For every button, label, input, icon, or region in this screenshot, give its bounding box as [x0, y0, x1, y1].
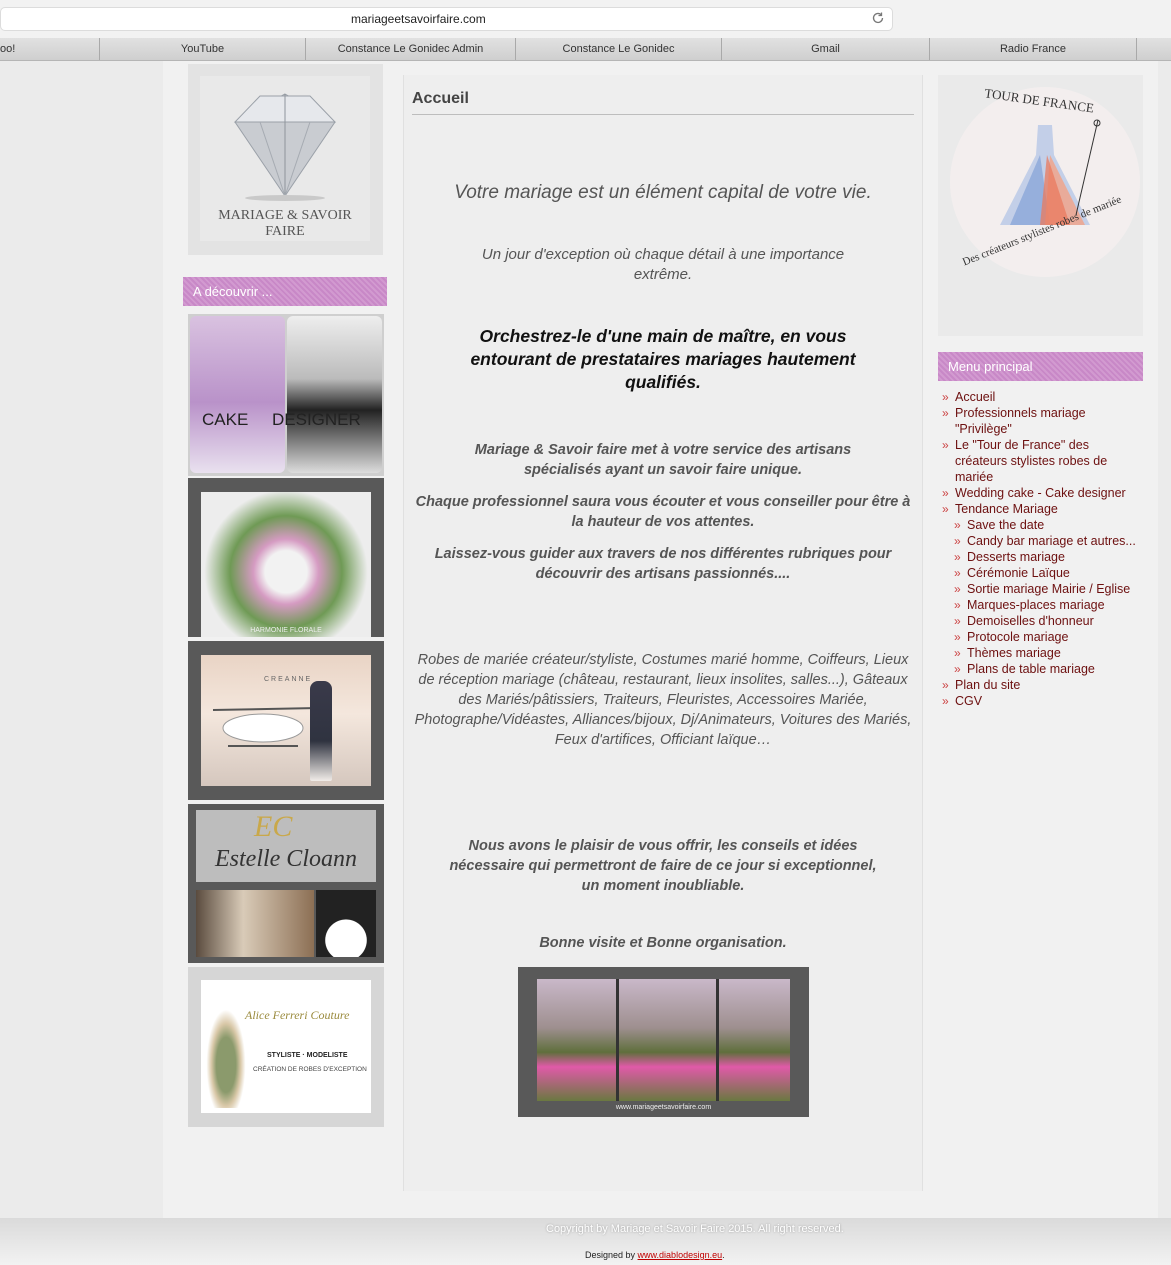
estelle-monogram: EC — [254, 810, 293, 843]
bookmark-constance[interactable]: Constance Le Gonidec — [516, 38, 722, 60]
menu-item[interactable]: Marques-places mariage — [942, 597, 1142, 613]
couple-figure — [310, 681, 332, 781]
footer-credit: Designed by www.diablodesign.eu. — [585, 1250, 725, 1260]
cake-image-black — [287, 316, 382, 473]
estelle-name: Estelle Cloann — [215, 846, 357, 872]
page-title: Accueil — [412, 90, 914, 115]
closing-text: Bonne visite et Bonne organisation. — [539, 935, 787, 951]
garden-frame-right — [716, 979, 719, 1101]
intro-line-6: Laissez-vous guider aux travers de nos d… — [434, 546, 892, 582]
harmonie-florale-link[interactable]: HARMONIE FLORALE — [188, 478, 384, 637]
address-url: mariageetsavoirfaire.com — [351, 12, 486, 26]
floral-image — [201, 492, 371, 637]
boutique-image — [196, 890, 314, 957]
bride-image — [316, 890, 376, 957]
menu-item[interactable]: Tendance Mariage — [942, 501, 1142, 517]
bookmark-youtube[interactable]: YouTube — [100, 38, 306, 60]
cake-image-purple — [190, 316, 285, 473]
bookmark-gmail[interactable]: Gmail — [722, 38, 930, 60]
bookmark-radio-france[interactable]: Radio France — [930, 38, 1137, 60]
menu-item[interactable]: Sortie mariage Mairie / Eglise — [942, 581, 1142, 597]
model-figure — [203, 1000, 249, 1108]
alice-sub2: CRÉATION DE ROBES D'EXCEPTION — [253, 1066, 367, 1073]
menu-item[interactable]: Plans de table mariage — [942, 661, 1142, 677]
menu-item[interactable]: Le "Tour de France" des créateurs stylis… — [942, 437, 1142, 485]
menu-item[interactable]: CGV — [942, 693, 1142, 709]
menu-item[interactable]: Desserts mariage — [942, 549, 1142, 565]
bookmark-admin[interactable]: Constance Le Gonidec Admin — [306, 38, 516, 60]
footer-designed-by: Designed by — [585, 1250, 638, 1260]
estelle-cloann-link[interactable]: EC Estelle Cloann — [188, 804, 384, 963]
main-menu-heading: Menu principal — [938, 352, 1143, 381]
cake-label-1: CAKE — [202, 410, 249, 429]
menu-item[interactable]: Save the date — [942, 517, 1142, 533]
floral-label: HARMONIE FLORALE — [250, 627, 322, 634]
diamond-icon — [233, 93, 337, 201]
alice-ferreri-card: Alice Ferreri Couture STYLISTE · MODELIS… — [201, 980, 371, 1113]
logo-text: MARIAGE & SAVOIR FAIRE — [218, 208, 352, 239]
main-menu: AccueilProfessionnels mariage "Privilège… — [942, 389, 1142, 709]
browser-toolbar: mariageetsavoirfaire.com — [0, 0, 1171, 38]
alice-sub1: STYLISTE · MODELISTE — [267, 1052, 348, 1059]
menu-item[interactable]: Demoiselles d'honneur — [942, 613, 1142, 629]
cake-designer-link[interactable]: CAKE DESIGNER — [188, 314, 384, 476]
menu-item[interactable]: Wedding cake - Cake designer — [942, 485, 1142, 501]
site-logo: MARIAGE & SAVOIR FAIRE — [200, 76, 370, 241]
menu-item[interactable]: Candy bar mariage et autres... — [942, 533, 1142, 549]
menu-item[interactable]: Professionnels mariage "Privilège" — [942, 405, 1142, 437]
footer: Copyright by Mariage et Savoir Faire 201… — [0, 1218, 1171, 1265]
services-list: Robes de mariée créateur/styliste, Costu… — [414, 652, 912, 748]
bookmark-0[interactable]: oo! — [0, 38, 100, 60]
intro-line-3: Orchestrez-le d'une main de maître, en v… — [470, 326, 856, 392]
menu-item[interactable]: Accueil — [942, 389, 1142, 405]
tour-de-france-box[interactable]: TOUR DE FRANCE Des créateurs stylistes r… — [938, 75, 1143, 336]
bookmarks-bar: oo! YouTube Constance Le Gonidec Admin C… — [0, 38, 1171, 61]
address-bar[interactable]: mariageetsavoirfaire.com — [0, 7, 893, 31]
offer-text: Nous avons le plaisir de vous offrir, le… — [449, 838, 877, 894]
menu-item[interactable]: Thèmes mariage — [942, 645, 1142, 661]
intro-line-4: Mariage & Savoir faire met à votre servi… — [474, 442, 852, 478]
designer-link[interactable]: www.diablodesign.eu — [638, 1250, 723, 1260]
alice-ferreri-link[interactable]: Alice Ferreri Couture STYLISTE · MODELIS… — [188, 967, 384, 1127]
menu-item[interactable]: Cérémonie Laïque — [942, 565, 1142, 581]
intro-line-1: Votre mariage est un élément capital de … — [454, 182, 872, 203]
cake-label-2: DESIGNER — [272, 410, 361, 429]
garden-image — [537, 979, 790, 1101]
reload-icon[interactable] — [870, 10, 886, 26]
banner-url: www.mariageetsavoirfaire.com — [615, 1104, 712, 1111]
alice-name: Alice Ferreri Couture — [245, 1008, 350, 1022]
footer-suffix: . — [722, 1250, 725, 1260]
menu-item[interactable]: Protocole mariage — [942, 629, 1142, 645]
footer-copyright: Copyright by Mariage et Savoir Faire 201… — [546, 1223, 844, 1235]
intro-line-5: Chaque professionnel saura vous écouter … — [415, 494, 911, 530]
photo-label: CREANNE — [264, 676, 313, 683]
garden-banner[interactable]: www.mariageetsavoirfaire.com — [518, 967, 809, 1117]
site-logo-box[interactable]: MARIAGE & SAVOIR FAIRE — [188, 64, 383, 255]
garden-frame-left — [616, 979, 619, 1101]
photographer-link[interactable]: CREANNE — [188, 641, 384, 800]
menu-item[interactable]: Plan du site — [942, 677, 1142, 693]
intro-line-2: Un jour d'exception où chaque détail à u… — [481, 246, 845, 283]
discover-heading: A découvrir ... — [183, 277, 387, 306]
